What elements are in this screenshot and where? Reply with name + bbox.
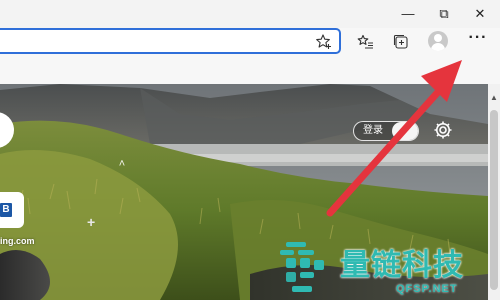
restore-icon: ⧉: [439, 5, 449, 21]
title-bar: [0, 0, 500, 28]
login-avatar-toggle[interactable]: [392, 122, 418, 140]
scroll-up-arrow[interactable]: ▲: [488, 93, 500, 103]
address-input[interactable]: [2, 34, 302, 50]
watermark-domain: QFSP.NET: [396, 283, 458, 295]
favorites-list-icon: [357, 34, 373, 49]
login-label: 登录: [363, 125, 383, 136]
minimize-icon: —: [401, 5, 415, 21]
watermark: 量链科技 QFSP.NET: [278, 240, 488, 298]
chevron-up-icon[interactable]: ˄: [115, 158, 129, 170]
watermark-logo-icon: [280, 242, 324, 292]
restore-button[interactable]: ⧉: [432, 4, 456, 22]
more-options-button[interactable]: ···: [466, 30, 490, 51]
plus-icon: +: [87, 214, 96, 230]
address-bar[interactable]: [0, 28, 341, 54]
scrollbar-thumb[interactable]: [490, 110, 498, 290]
gear-icon[interactable]: [432, 119, 454, 141]
collections-icon: [393, 34, 408, 49]
quick-link-caption[interactable]: ing.com: [0, 236, 35, 246]
minimize-button[interactable]: —: [396, 4, 420, 22]
watermark-name: 量链科技: [340, 248, 464, 283]
profile-avatar-icon[interactable]: [428, 31, 448, 51]
bing-tile-icon: B: [0, 203, 12, 217]
close-button[interactable]: ✕: [468, 4, 492, 22]
star-plus-icon[interactable]: [315, 33, 333, 51]
close-icon: ✕: [474, 5, 486, 21]
collections-button[interactable]: [390, 31, 412, 53]
favorites-button[interactable]: [355, 31, 377, 53]
